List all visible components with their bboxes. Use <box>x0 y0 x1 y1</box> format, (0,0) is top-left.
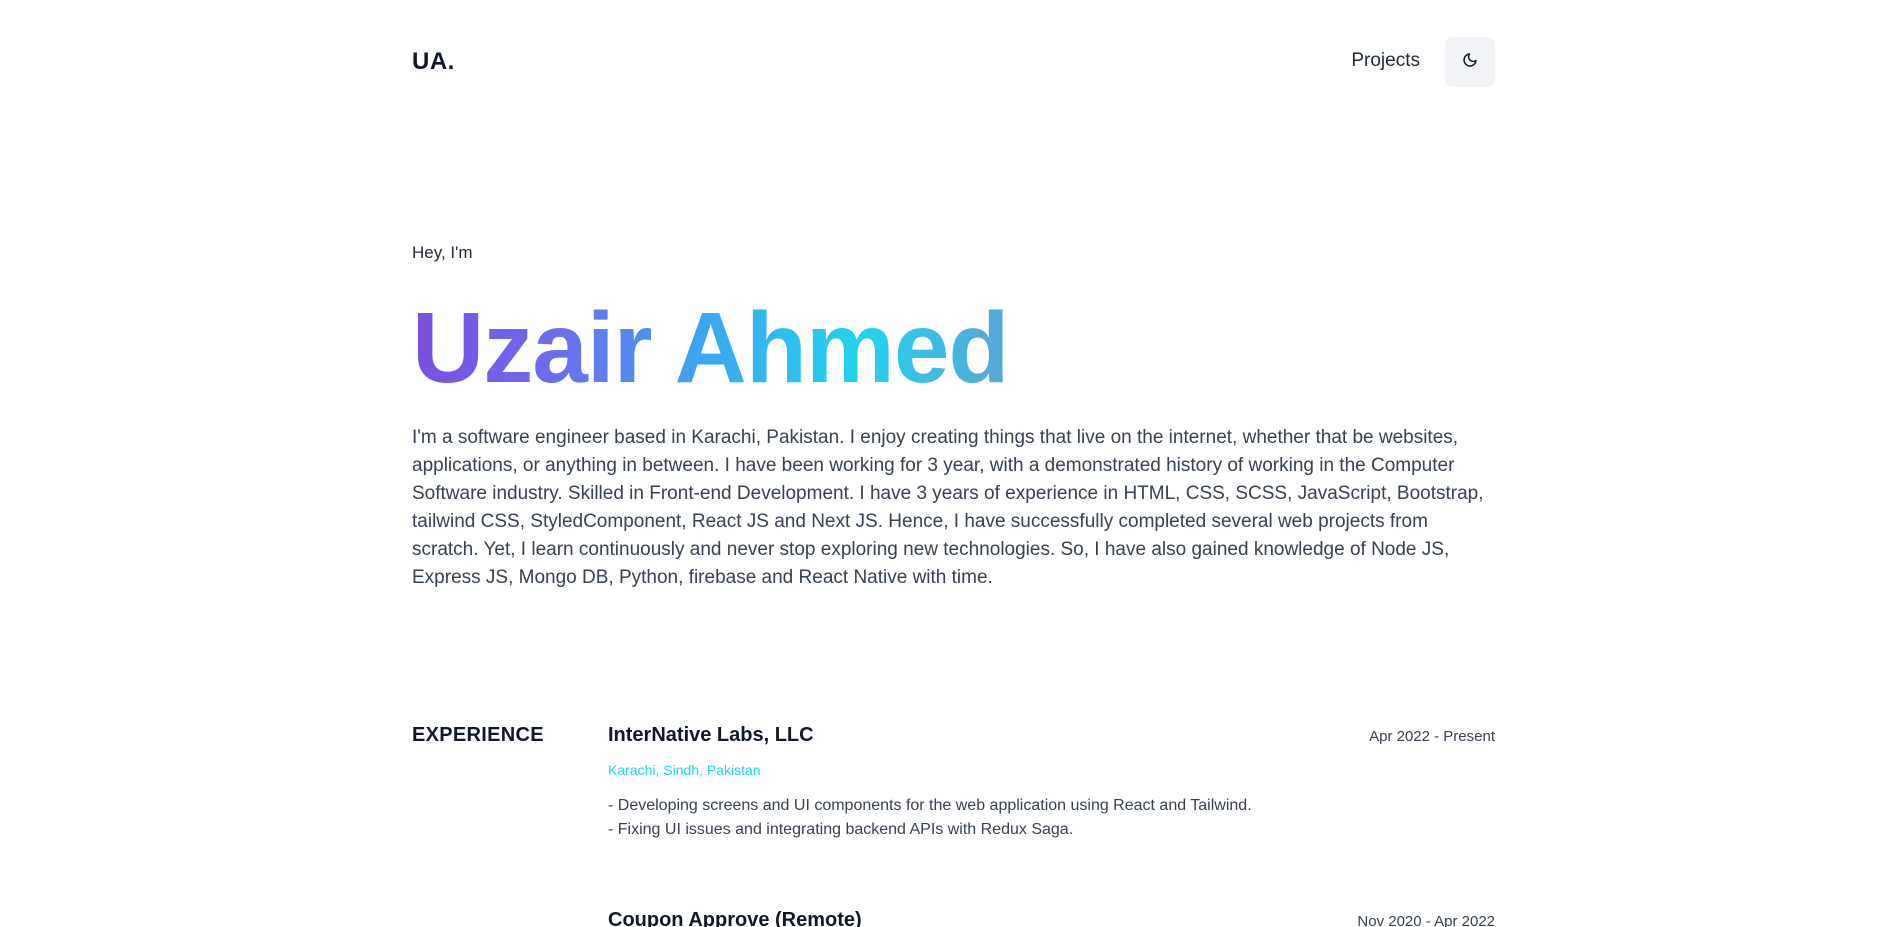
job-company: InterNative Labs, LLC <box>608 724 814 746</box>
job-company: Coupon Approve (Remote) <box>608 909 862 927</box>
experience-heading: EXPERIENCE <box>412 724 544 746</box>
job-dates: Apr 2022 - Present <box>1369 728 1495 745</box>
job-description: - Developing screens and UI components f… <box>608 794 1252 842</box>
experience-section: EXPERIENCE InterNative Labs, LLC Apr 202… <box>412 0 1495 927</box>
portfolio-page: UA. Projects Hey, I'm Uzair Ahmed I'm a … <box>0 0 1902 927</box>
job-dates: Nov 2020 - Apr 2022 <box>1357 913 1495 927</box>
job-description-line: - Fixing UI issues and integrating backe… <box>608 821 1074 838</box>
experience-item: InterNative Labs, LLC Apr 2022 - Present… <box>608 724 1495 844</box>
job-location: Karachi, Sindh, Pakistan <box>608 762 761 778</box>
experience-item: Coupon Approve (Remote) Nov 2020 - Apr 2… <box>608 909 1495 927</box>
job-description-line: - Developing screens and UI components f… <box>608 797 1252 814</box>
